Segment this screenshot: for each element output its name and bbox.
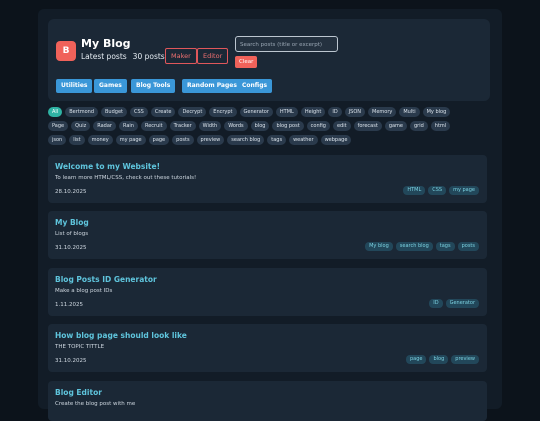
tag-item[interactable]: Bertmond <box>65 107 98 117</box>
tag-row: Page Quiz Radar Rain Recruit Tracker Wid… <box>48 121 490 131</box>
tag-item[interactable]: Height <box>300 107 326 117</box>
nav-configs[interactable]: Configs <box>237 79 273 93</box>
tag-item[interactable]: preview <box>196 135 225 145</box>
post-tag[interactable]: HTML <box>403 186 426 195</box>
post-date: 1.11.2025 <box>55 302 83 308</box>
tag-item[interactable]: weather <box>289 135 318 145</box>
tag-item[interactable]: tags <box>267 135 287 145</box>
clear-button[interactable]: Clear <box>235 56 258 68</box>
tag-item[interactable]: Encrypt <box>209 107 237 117</box>
post-tag[interactable]: posts <box>457 242 479 251</box>
post-date: 28.10.2025 <box>55 189 87 195</box>
tag-item[interactable]: page <box>148 135 170 145</box>
post-card[interactable]: Welcome to my Website! To learn more HTM… <box>48 155 487 203</box>
main-container: B My Blog Latest posts 30 posts Maker Edi… <box>38 9 502 421</box>
tag-item[interactable]: Page <box>48 121 69 131</box>
post-tag[interactable]: Generator <box>445 299 479 308</box>
tag-item[interactable]: search blog <box>227 135 265 145</box>
tag-item[interactable]: posts <box>172 135 194 145</box>
tag-item[interactable]: Rain <box>118 121 138 131</box>
tag-item[interactable]: my page <box>115 135 146 145</box>
post-tag[interactable]: page <box>405 355 427 364</box>
tag-item[interactable]: config <box>306 121 330 131</box>
post-tag[interactable]: my page <box>449 186 479 195</box>
tag-row: json list money my page page posts previ… <box>48 135 490 145</box>
post-card[interactable]: My Blog List of blogs 31.10.2025 My blog… <box>48 211 487 259</box>
nav-games[interactable]: Games <box>94 79 127 93</box>
post-tag[interactable]: preview <box>451 355 479 364</box>
tag-item[interactable]: Radar <box>93 121 116 131</box>
post-title[interactable]: How blog page should look like <box>55 331 187 340</box>
post-card[interactable]: Blog Posts ID Generator Make a blog post… <box>48 268 487 316</box>
post-tag[interactable]: ID <box>429 299 443 308</box>
site-title: My Blog <box>81 37 131 50</box>
post-tag[interactable]: blog <box>429 355 449 364</box>
tag-item[interactable]: json <box>48 135 67 145</box>
tag-item[interactable]: Generator <box>239 107 273 117</box>
tag-item[interactable]: JSON <box>344 107 366 117</box>
site-header: B My Blog Latest posts 30 posts Maker Edi… <box>48 19 490 101</box>
tag-row: All Bertmond Budget CSS Create Decrypt E… <box>48 107 490 117</box>
post-excerpt: Make a blog post IDs <box>55 288 113 294</box>
tag-item[interactable]: forecast <box>353 121 382 131</box>
tag-item[interactable]: Multi <box>399 107 420 117</box>
nav-utilities[interactable]: Utilities <box>56 79 93 93</box>
search-input[interactable]: Search posts (title or excerpt) <box>235 36 338 52</box>
tag-item[interactable]: Create <box>150 107 176 117</box>
post-card[interactable]: How blog page should look like THE TOPIC… <box>48 324 487 372</box>
post-excerpt: Create the blog post with me <box>55 401 136 407</box>
latest-posts-label: Latest posts <box>81 52 127 61</box>
tag-item[interactable]: CSS <box>129 107 148 117</box>
post-tags: HTML CSS my page <box>403 186 479 195</box>
tag-item[interactable]: money <box>87 135 113 145</box>
post-title[interactable]: Blog Editor <box>55 388 102 397</box>
tag-item[interactable]: game <box>384 121 407 131</box>
post-excerpt: THE TOPIC TITTLE <box>55 344 105 350</box>
tag-item[interactable]: Budget <box>101 107 127 117</box>
nav-random-pages[interactable]: Random Pages <box>182 79 242 93</box>
post-tag[interactable]: My blog <box>365 242 393 251</box>
post-excerpt: List of blogs <box>55 231 89 237</box>
tag-item[interactable]: list <box>69 135 85 145</box>
tag-item[interactable]: Words <box>224 121 248 131</box>
tag-item[interactable]: blog post <box>272 121 304 131</box>
tag-item[interactable]: ID <box>328 107 342 117</box>
tag-item[interactable]: grid <box>410 121 428 131</box>
post-excerpt: To learn more HTML/CSS, check out these … <box>55 175 197 181</box>
post-title[interactable]: Welcome to my Website! <box>55 162 160 171</box>
tag-item[interactable]: HTML <box>275 107 298 117</box>
post-tag[interactable]: search blog <box>395 242 433 251</box>
tag-filter-bar: All Bertmond Budget CSS Create Decrypt E… <box>48 107 490 149</box>
tag-all[interactable]: All <box>48 107 63 117</box>
post-tag[interactable]: tags <box>435 242 455 251</box>
nav-blog-tools[interactable]: Blog Tools <box>131 79 176 93</box>
maker-button[interactable]: Maker <box>165 48 197 64</box>
post-count: 30 posts <box>132 52 165 61</box>
post-title[interactable]: My Blog <box>55 218 89 227</box>
tag-item[interactable]: edit <box>332 121 351 131</box>
post-date: 31.10.2025 <box>55 245 87 251</box>
tag-item[interactable]: blog <box>250 121 270 131</box>
post-title[interactable]: Blog Posts ID Generator <box>55 275 157 284</box>
tag-item[interactable]: html <box>430 121 451 131</box>
tag-item[interactable]: Quiz <box>71 121 91 131</box>
logo: B <box>56 41 76 61</box>
tag-item[interactable]: Decrypt <box>178 107 207 117</box>
post-card[interactable]: Blog Editor Create the blog post with me <box>48 381 487 421</box>
tag-item[interactable]: Width <box>198 121 222 131</box>
tag-item[interactable]: Tracker <box>169 121 196 131</box>
tag-item[interactable]: Recruit <box>140 121 167 131</box>
tag-item[interactable]: webpage <box>320 135 352 145</box>
post-tags: ID Generator <box>429 299 479 308</box>
tag-item[interactable]: My blog <box>422 107 451 117</box>
tag-item[interactable]: Memory <box>368 107 397 117</box>
post-date: 31.10.2025 <box>55 358 87 364</box>
subtitle: Latest posts 30 posts <box>81 52 165 61</box>
post-tags: page blog preview <box>405 355 479 364</box>
editor-button[interactable]: Editor <box>197 48 229 64</box>
post-tags: My blog search blog tags posts <box>365 242 479 251</box>
post-tag[interactable]: CSS <box>428 186 447 195</box>
